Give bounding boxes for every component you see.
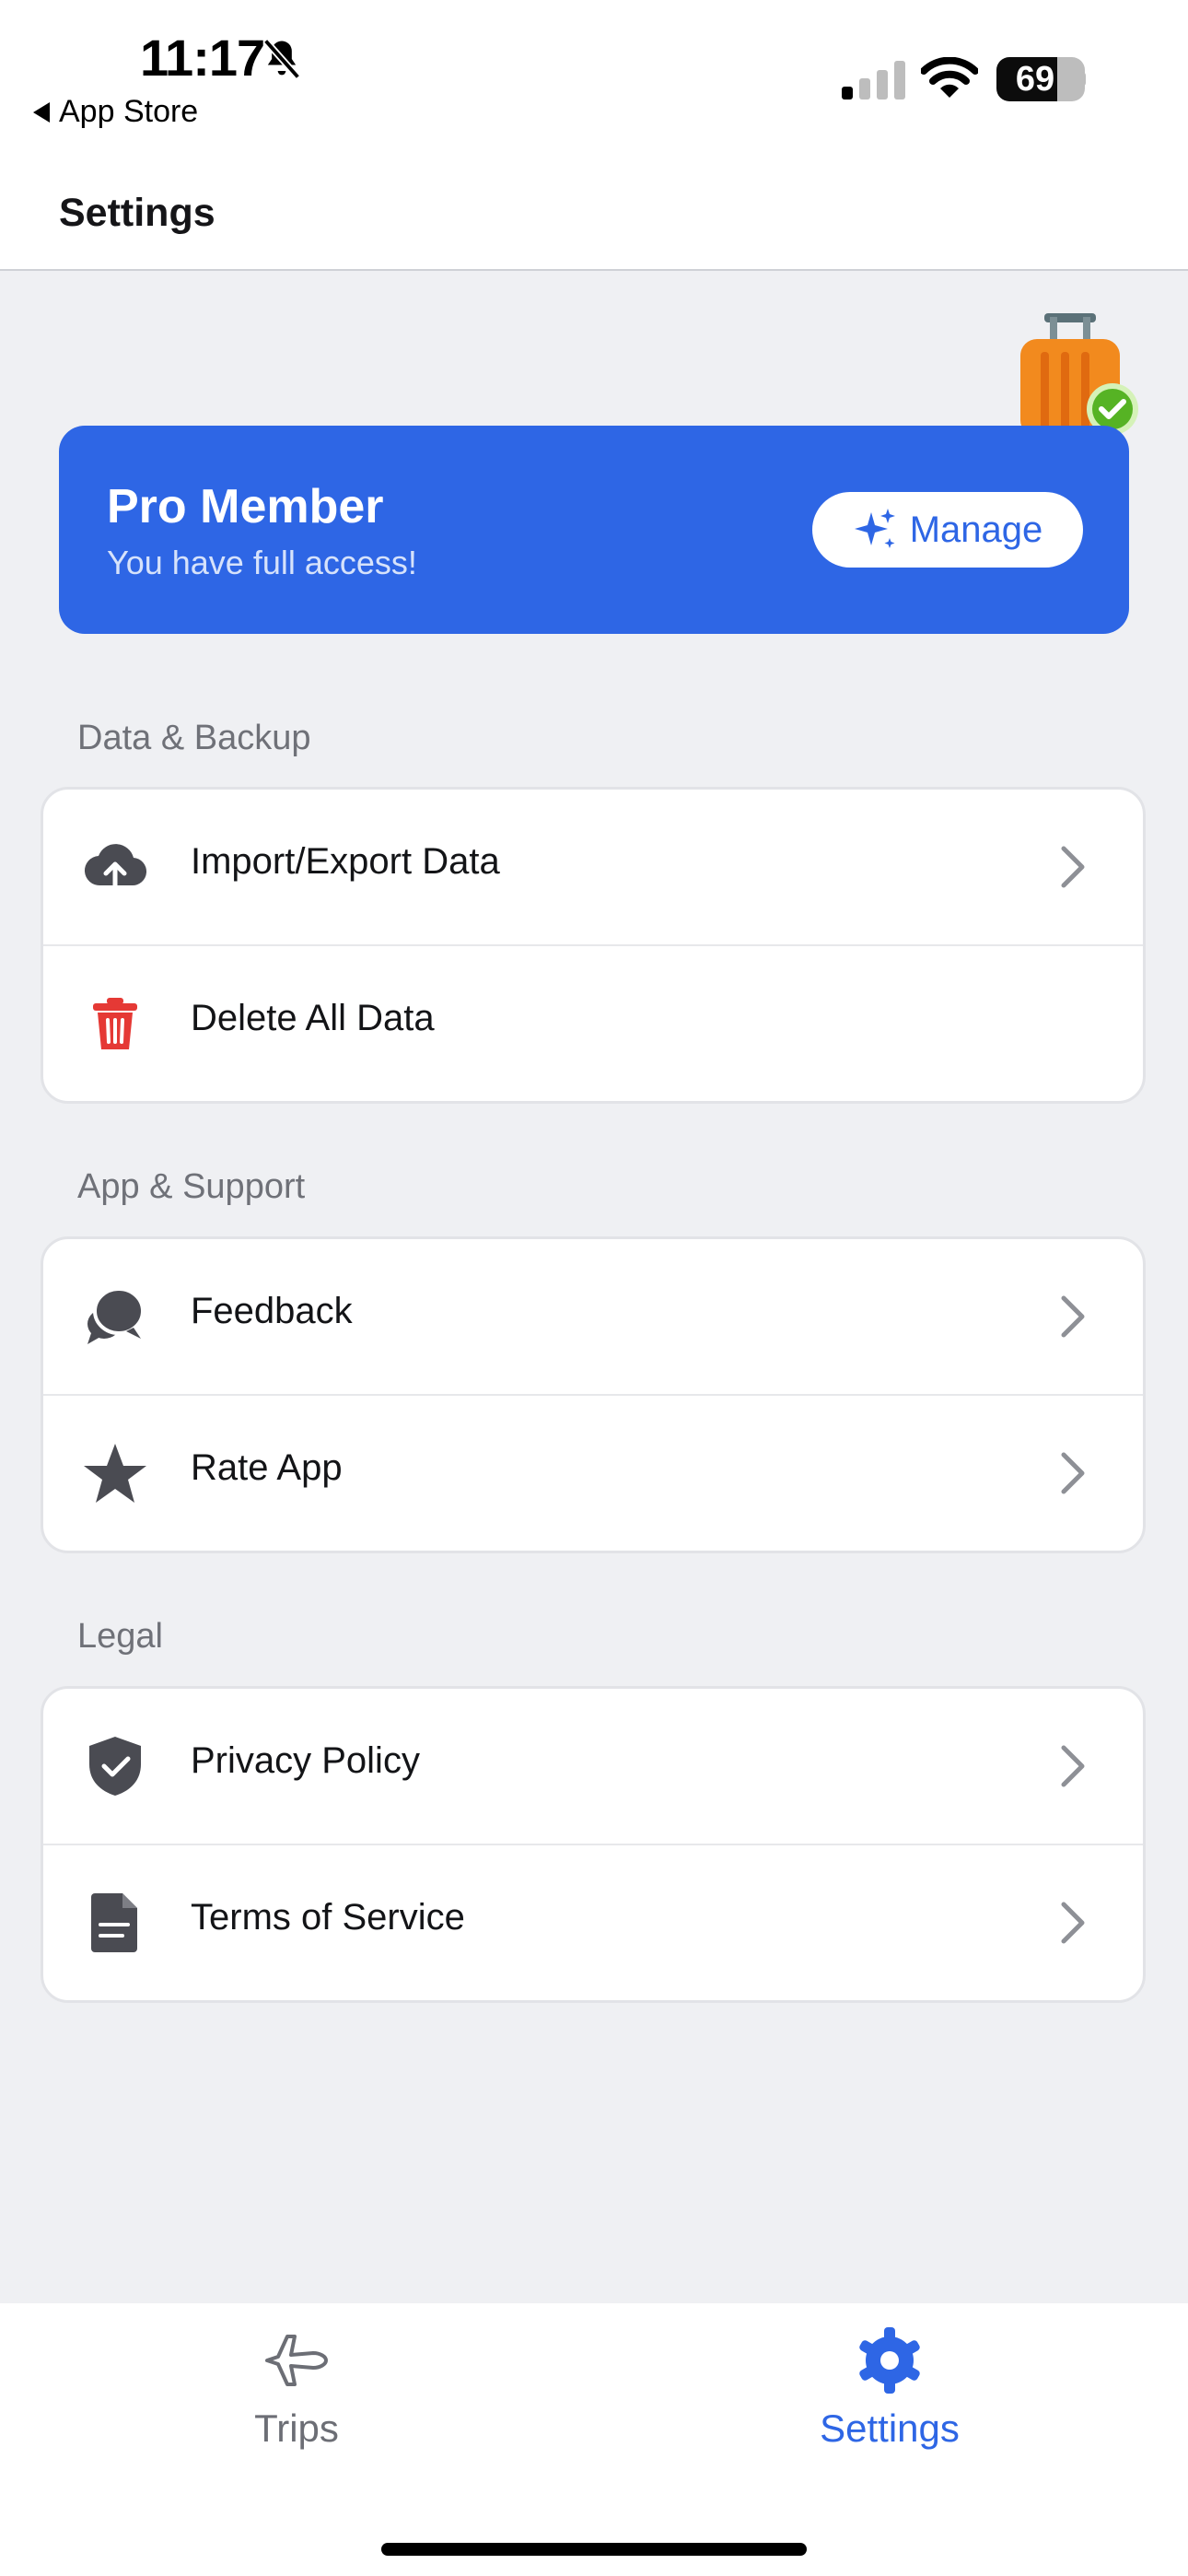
airplane-icon [265,2335,328,2386]
pro-member-card: Pro Member You have full access! Manage [59,426,1129,634]
home-indicator [381,2543,807,2556]
bell-slash-icon [262,38,301,80]
back-to-app-store[interactable]: App Store [33,94,198,130]
status-time: 11:17 [140,29,265,87]
row-privacy-policy[interactable]: Privacy Policy [43,1689,1143,1845]
top-bar: 11:17 App Store 69 Settings [0,0,1188,271]
group-legal: Privacy Policy Terms of Service [41,1686,1146,2003]
row-label: Feedback [191,1291,353,1331]
row-label: Rate App [191,1447,343,1488]
battery-level: 69 [1015,60,1055,99]
pro-title: Pro Member [107,480,384,533]
section-label-legal: Legal [77,1617,163,1656]
chat-bubbles-icon [87,1287,145,1344]
chevron-right-icon [1061,1295,1085,1338]
group-app-support: Feedback Rate App [41,1236,1146,1553]
shield-check-icon [89,1737,141,1796]
chevron-right-icon [1061,846,1085,888]
row-import-export[interactable]: Import/Export Data [43,790,1143,946]
row-label: Import/Export Data [191,841,500,882]
document-icon [91,1893,137,1952]
row-label: Delete All Data [191,998,435,1038]
tab-label: Settings [820,2406,960,2450]
section-label-app-support: App & Support [77,1167,306,1206]
star-icon [84,1444,146,1503]
tab-bar: Trips Settings [0,2303,1188,2576]
cellular-signal-icon [842,61,905,100]
group-data-backup: Import/Export Data Delete All Data [41,787,1146,1104]
manage-label: Manage [909,509,1043,550]
back-arrow-icon [33,101,50,123]
tab-settings[interactable]: Settings [751,2324,1028,2451]
battery-tip [1079,72,1086,87]
chevron-right-icon [1061,1902,1085,1944]
row-feedback[interactable]: Feedback [43,1239,1143,1396]
back-label: App Store [59,94,199,129]
page-title: Settings [59,191,215,235]
pro-subtitle: You have full access! [107,544,417,581]
row-label: Terms of Service [191,1897,465,1938]
sparkles-icon [854,509,895,548]
wifi-icon [921,57,978,98]
chevron-right-icon [1061,1745,1085,1787]
suitcase-check-icon [1020,313,1138,437]
gear-icon [859,2327,920,2394]
row-delete-all-data[interactable]: Delete All Data [43,946,1143,1101]
row-label: Privacy Policy [191,1740,420,1781]
section-label-data-backup: Data & Backup [77,719,311,757]
tab-label: Trips [254,2406,339,2450]
trash-icon [93,998,137,1049]
row-rate-app[interactable]: Rate App [43,1396,1143,1551]
manage-button[interactable]: Manage [812,492,1083,568]
tab-trips[interactable]: Trips [158,2324,435,2451]
row-terms-of-service[interactable]: Terms of Service [43,1845,1143,2000]
cloud-upload-icon [84,844,147,890]
battery-icon: 69 [996,57,1085,101]
chevron-right-icon [1061,1452,1085,1494]
